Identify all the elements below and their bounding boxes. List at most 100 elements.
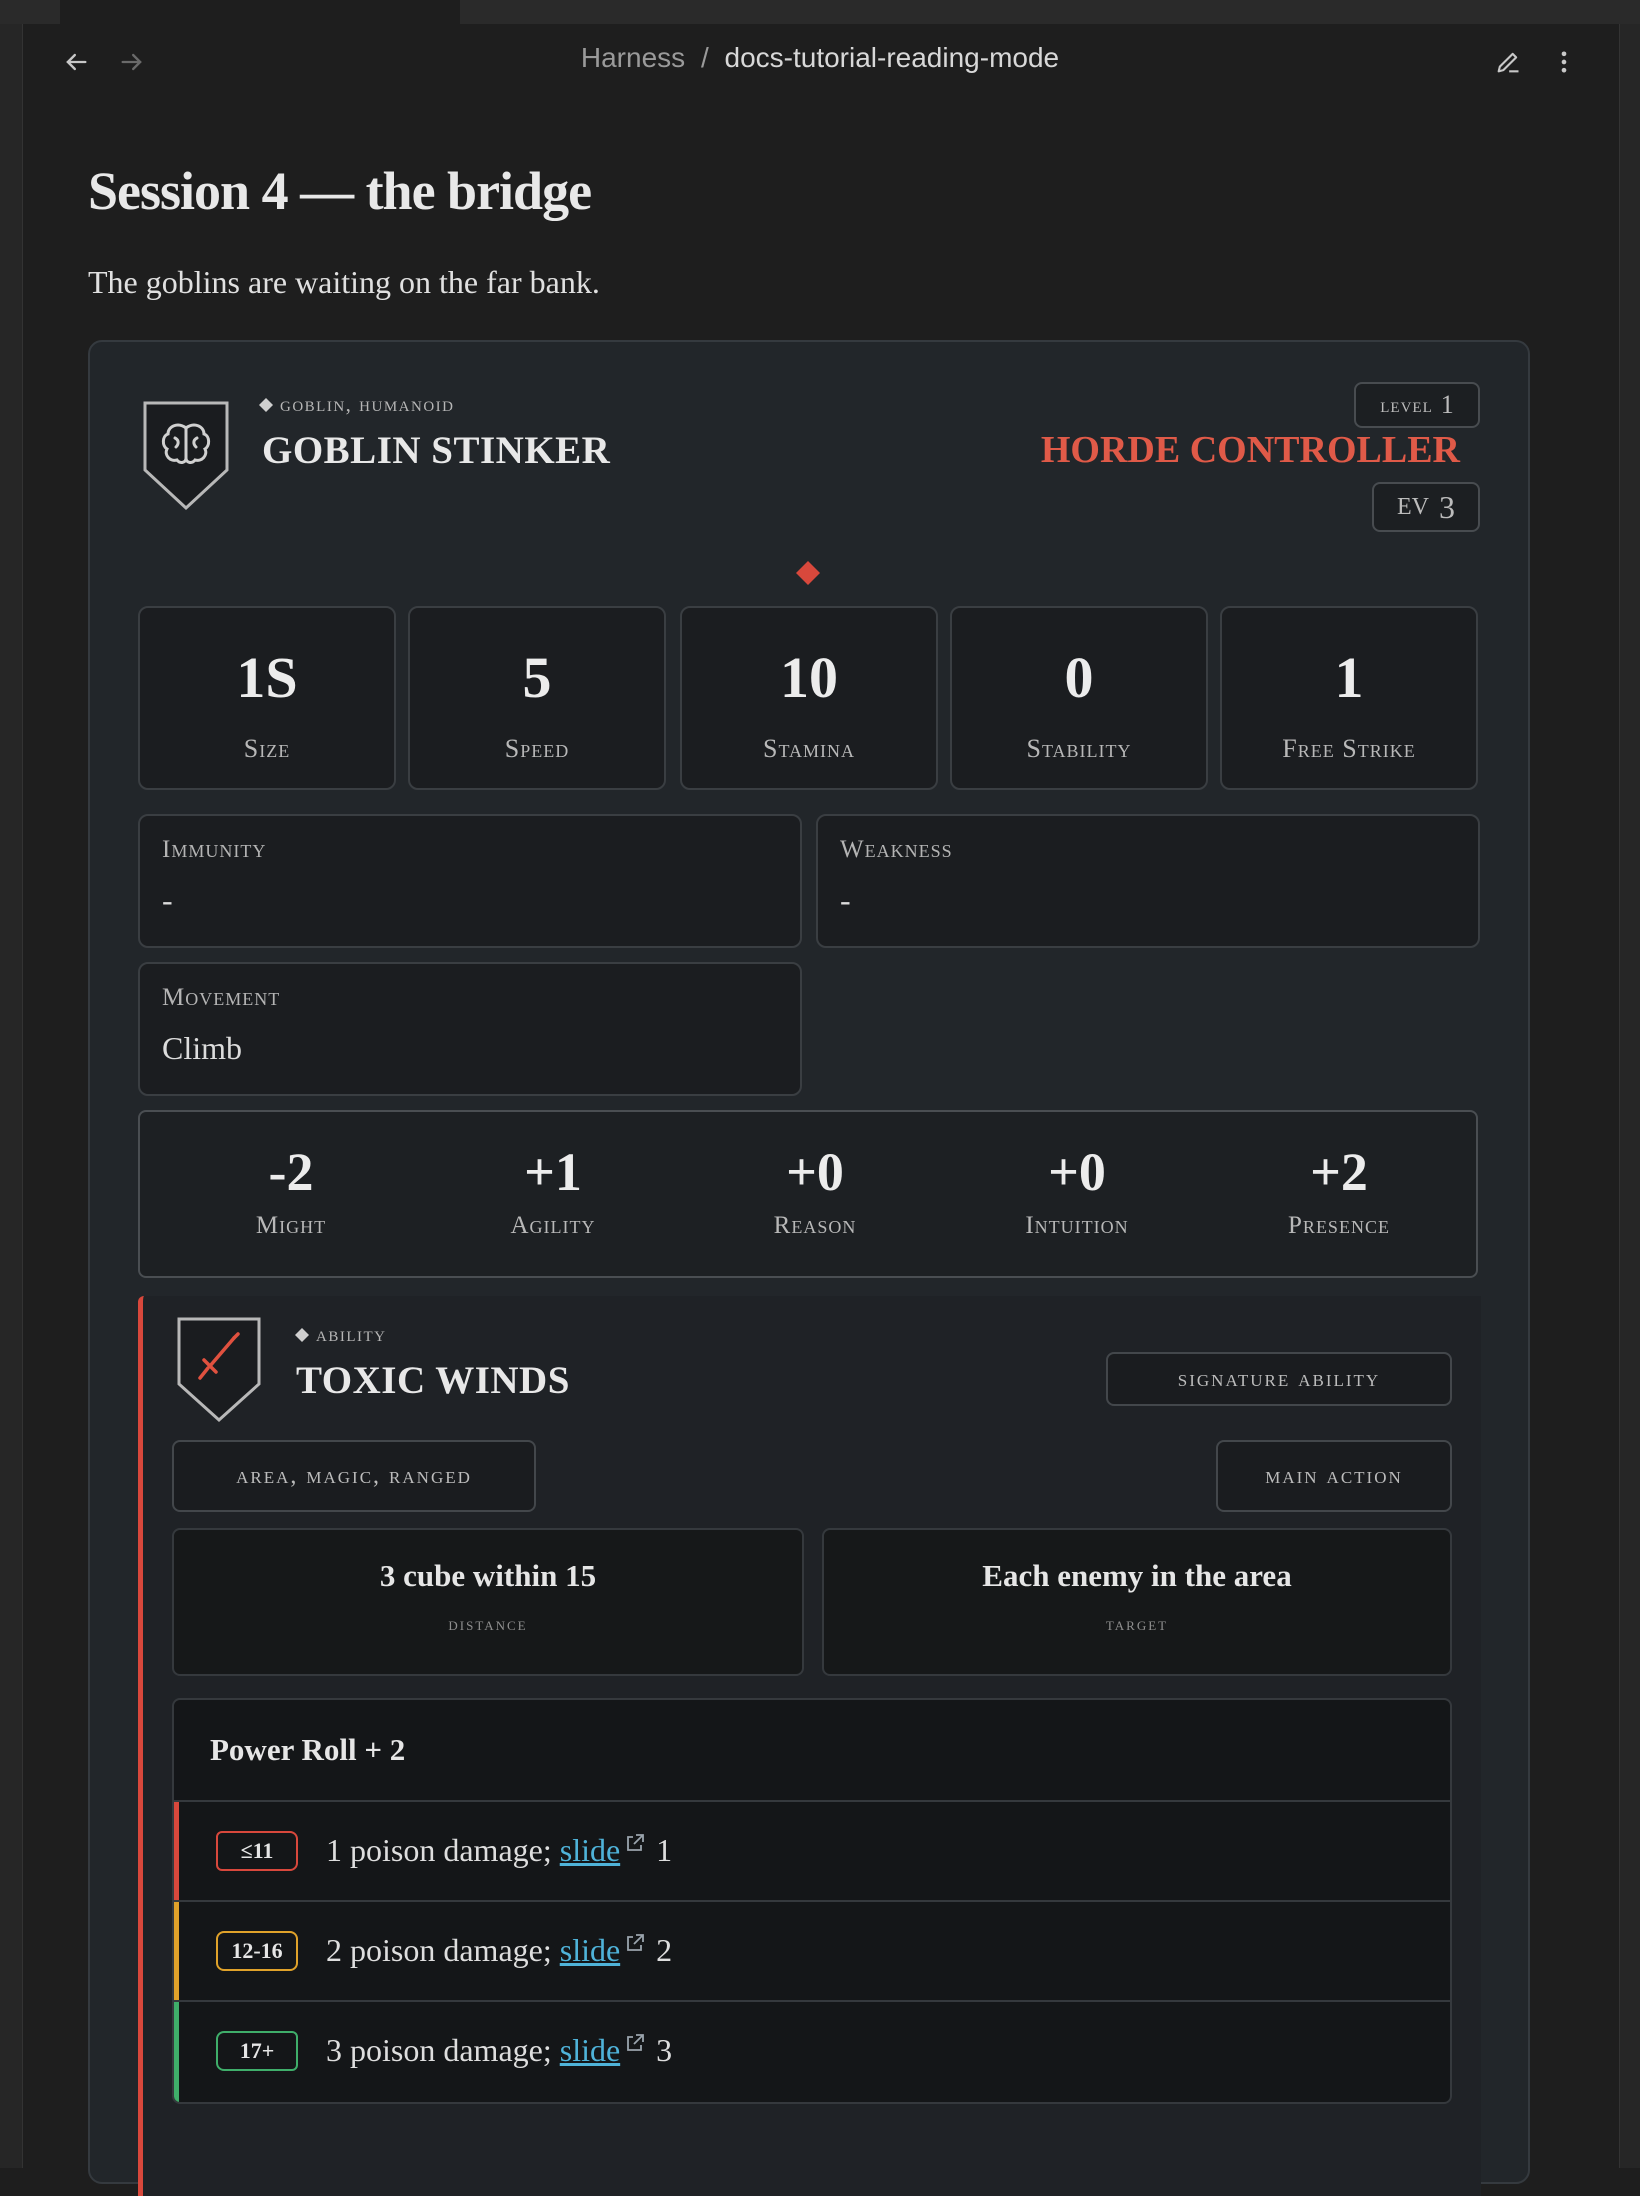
monster-tags: goblin, humanoid <box>280 392 455 416</box>
stat-speed: 5 Speed <box>408 606 666 790</box>
stat-stability: 0 Stability <box>950 606 1208 790</box>
characteristic-presence: +2 Presence <box>1208 1142 1470 1240</box>
tier-effect: 1 poison damage; <box>326 1832 560 1868</box>
monster-role: HORDE CONTROLLER <box>1040 429 1460 471</box>
diamond-icon <box>259 397 273 412</box>
stat-label: Stamina <box>762 734 855 763</box>
red-diamond-divider-icon <box>796 561 820 585</box>
characteristic-label: Intuition <box>1025 1212 1129 1239</box>
characteristic-agility: +1 Agility <box>422 1142 684 1240</box>
characteristic-value: -2 <box>268 1142 314 1202</box>
target-value: Each enemy in the area <box>982 1558 1292 1593</box>
characteristic-value: +1 <box>524 1142 582 1202</box>
breadcrumb-parent[interactable]: Harness <box>581 42 685 73</box>
stat-label: Free Strike <box>1282 734 1416 763</box>
level-value: 1 <box>1440 390 1454 419</box>
stat-label: Speed <box>504 734 570 763</box>
immunity-label: Immunity <box>162 836 267 863</box>
tier-color-bar <box>174 1802 179 1902</box>
stat-value: 5 <box>522 645 552 710</box>
stat-label: Stability <box>1026 734 1132 763</box>
page-title: Session 4 — the bridge <box>88 161 592 221</box>
external-link-icon <box>627 1934 645 1951</box>
distance-box: 3 cube within 15 distance <box>172 1528 804 1676</box>
characteristic-value: +2 <box>1310 1142 1368 1202</box>
tier-row-mid: 12-16 2 poison damage; slide 2 <box>174 1900 1450 2002</box>
tier-row-high: 17+ 3 poison damage; slide 3 <box>174 2000 1450 2102</box>
ability-kind-row: ability <box>294 1322 387 1347</box>
stat-stamina: 10 Stamina <box>680 606 938 790</box>
target-label: target <box>1105 1614 1169 1634</box>
level-label: level <box>1380 392 1433 417</box>
slide-link[interactable]: slide <box>560 1932 620 1968</box>
tier-distance: 2 <box>656 1932 673 1968</box>
tier-text: 1 poison damage; slide 1 <box>326 1832 672 1869</box>
level-badge: level 1 <box>1354 382 1480 428</box>
left-sidebar-edge <box>0 0 22 2168</box>
tier-badge: 12-16 <box>216 1931 298 1971</box>
breadcrumb-current[interactable]: docs-tutorial-reading-mode <box>725 42 1060 73</box>
characteristic-value: +0 <box>1048 1142 1106 1202</box>
active-tab[interactable] <box>60 0 460 24</box>
movement-label: Movement <box>162 984 281 1011</box>
breadcrumb-separator: / <box>700 42 709 73</box>
monster-name: GOBLIN STINKER <box>262 429 611 472</box>
tier-badge: 17+ <box>216 2031 298 2071</box>
diamond-icon <box>295 1327 309 1342</box>
ability-keywords: area, magic, ranged <box>172 1440 536 1512</box>
right-sidebar-edge <box>1618 0 1640 2168</box>
tier-badge: ≤11 <box>216 1831 298 1871</box>
weakness-label: Weakness <box>840 836 953 863</box>
external-link-icon <box>627 1834 645 1851</box>
characteristic-label: Reason <box>773 1212 857 1239</box>
characteristic-label: Might <box>255 1212 327 1239</box>
tier-row-low: ≤11 1 poison damage; slide 1 <box>174 1800 1450 1902</box>
distance-value: 3 cube within 15 <box>379 1558 597 1593</box>
characteristics-bar: -2 Might +1 Agility +0 Reason +0 Intuiti… <box>138 1110 1478 1278</box>
signature-ability-badge: signature ability <box>1106 1352 1452 1406</box>
tier-text: 3 poison damage; slide 3 <box>326 2032 672 2069</box>
movement-value: Climb <box>162 1030 243 1066</box>
immunity-value: - <box>162 882 173 918</box>
ev-badge: EV 3 <box>1372 482 1480 532</box>
stat-free-strike: 1 Free Strike <box>1220 606 1478 790</box>
characteristic-label: Agility <box>510 1212 596 1239</box>
monster-keywords: goblin, humanoid <box>258 392 455 417</box>
stat-label: Size <box>243 734 291 763</box>
stat-size: 1S Size <box>138 606 396 790</box>
weakness-value: - <box>840 882 851 918</box>
characteristic-value: +0 <box>786 1142 844 1202</box>
ability-kind: ability <box>316 1322 387 1346</box>
page-subtitle: The goblins are waiting on the far bank. <box>88 264 600 300</box>
ev-label: EV <box>1397 493 1429 520</box>
ability-action-type: main action <box>1216 1440 1452 1512</box>
edit-pencil-icon[interactable] <box>1490 44 1526 80</box>
external-link-icon <box>627 2034 645 2051</box>
tier-effect: 3 poison damage; <box>326 2032 560 2068</box>
tier-distance: 1 <box>656 1832 673 1868</box>
sword-shield-icon <box>177 1317 261 1423</box>
characteristic-might: -2 Might <box>160 1142 422 1240</box>
characteristic-reason: +0 Reason <box>684 1142 946 1240</box>
breadcrumb: Harness / docs-tutorial-reading-mode <box>0 42 1640 74</box>
characteristic-intuition: +0 Intuition <box>946 1142 1208 1240</box>
distance-label: distance <box>448 1614 528 1634</box>
stat-value: 0 <box>1064 645 1094 710</box>
slide-link[interactable]: slide <box>560 2032 620 2068</box>
immunity-box: Immunity - <box>138 814 802 948</box>
brain-shield-icon <box>143 401 229 511</box>
tier-color-bar <box>174 2002 179 2102</box>
stat-value: 10 <box>780 645 838 710</box>
target-box: Each enemy in the area target <box>822 1528 1452 1676</box>
power-roll-box: Power Roll + 2 ≤11 1 poison damage; slid… <box>172 1698 1452 2104</box>
slide-link[interactable]: slide <box>560 1832 620 1868</box>
tier-color-bar <box>174 1902 179 2002</box>
characteristic-label: Presence <box>1288 1212 1390 1239</box>
power-roll-title: Power Roll + 2 <box>210 1732 406 1767</box>
more-options-icon[interactable] <box>1546 44 1582 80</box>
stat-value: 1 <box>1334 645 1364 710</box>
tier-distance: 3 <box>656 2032 673 2068</box>
stat-value: 1S <box>236 645 298 710</box>
movement-box: Movement Climb <box>138 962 802 1096</box>
ability-name: TOXIC WINDS <box>296 1359 570 1402</box>
